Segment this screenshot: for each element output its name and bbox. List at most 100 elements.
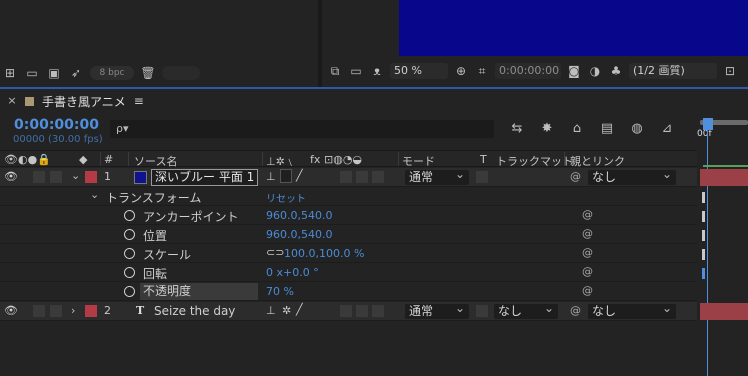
chevron-down-icon[interactable]: ⌄ bbox=[90, 188, 99, 201]
label-color-swatch[interactable] bbox=[85, 305, 97, 317]
transform-reset-link[interactable]: リセット bbox=[266, 190, 306, 205]
motion-blur-switch[interactable] bbox=[372, 171, 384, 183]
stopwatch-icon[interactable] bbox=[124, 267, 135, 278]
composition-canvas[interactable] bbox=[399, 0, 748, 56]
column-mode[interactable]: モード bbox=[402, 153, 435, 169]
graph-editor-icon[interactable]: ⊿ bbox=[658, 122, 676, 136]
shy-switch-icon[interactable]: ⊥ bbox=[266, 170, 276, 183]
expression-pickwhip-icon[interactable]: @ bbox=[582, 265, 593, 278]
property-value[interactable]: 960.0,540.0 bbox=[266, 228, 332, 241]
layer-row-2[interactable]: 👁 › 2 T Seize the day ⊥ ✲ ╱ 通常 なし @ なし bbox=[0, 301, 697, 321]
audio-toggle[interactable] bbox=[33, 305, 45, 317]
constrain-proportions-icon[interactable]: ⊂⊃ bbox=[266, 246, 284, 259]
stopwatch-icon[interactable] bbox=[124, 210, 135, 221]
property-row-anchor[interactable]: アンカーポイント 960.0,540.0 @ bbox=[0, 206, 697, 225]
parent-select[interactable]: なし bbox=[588, 301, 676, 319]
close-icon[interactable]: × bbox=[7, 94, 17, 108]
pick-whip-icon[interactable]: @ bbox=[570, 170, 581, 183]
frame-blending-icon[interactable]: ▤ bbox=[598, 122, 616, 136]
video-toggle-icon[interactable]: 👁 bbox=[4, 304, 18, 317]
parent-select[interactable]: なし bbox=[588, 167, 676, 185]
label-color-swatch[interactable] bbox=[85, 171, 97, 183]
fast-preview-icon[interactable]: ⊡ bbox=[722, 64, 738, 78]
layer-bar-2[interactable] bbox=[700, 303, 748, 320]
switches-icons[interactable]: ⊥✲﹨ bbox=[266, 153, 296, 169]
layer-search-input[interactable]: ρ▾ bbox=[110, 120, 494, 138]
stopwatch-icon[interactable] bbox=[124, 248, 135, 259]
current-time-indicator[interactable] bbox=[703, 118, 713, 130]
keyframe-marker[interactable] bbox=[702, 192, 705, 203]
snapshot-icon[interactable]: ◙ bbox=[566, 64, 582, 78]
region-of-interest-icon[interactable]: ⌗ bbox=[474, 64, 490, 78]
expression-pickwhip-icon[interactable]: @ bbox=[582, 246, 593, 259]
keyframe-marker-selected[interactable] bbox=[702, 268, 705, 279]
column-source-name[interactable]: ソース名 bbox=[134, 153, 177, 169]
stopwatch-icon[interactable] bbox=[124, 229, 135, 240]
video-toggle-icon[interactable]: 👁 bbox=[4, 170, 18, 183]
property-row-opacity[interactable]: 不透明度 70 % @ bbox=[0, 282, 697, 301]
lock-toggle[interactable] bbox=[50, 171, 62, 183]
keyframe-marker[interactable] bbox=[702, 211, 705, 222]
motion-blur-switch[interactable] bbox=[372, 305, 384, 317]
draft-3d-icon[interactable]: ✸ bbox=[538, 122, 556, 136]
expression-pickwhip-icon[interactable]: @ bbox=[582, 208, 593, 221]
property-row-scale[interactable]: スケール ⊂⊃ 100.0,100.0 % @ bbox=[0, 244, 697, 263]
chevron-right-icon[interactable]: › bbox=[71, 304, 75, 317]
property-value[interactable]: 70 % bbox=[266, 285, 294, 298]
property-value[interactable]: 960.0,540.0 bbox=[266, 209, 332, 222]
layer-name[interactable]: Seize the day bbox=[154, 304, 235, 318]
expression-pickwhip-icon[interactable]: @ bbox=[582, 227, 593, 240]
property-row-rotation[interactable]: 回転 0 x+0.0 ° @ bbox=[0, 263, 697, 282]
property-row-position[interactable]: 位置 960.0,540.0 @ bbox=[0, 225, 697, 244]
pick-whip-icon[interactable]: @ bbox=[570, 304, 581, 317]
stopwatch-icon[interactable] bbox=[124, 286, 135, 297]
audio-toggle[interactable] bbox=[33, 171, 45, 183]
always-preview-icon[interactable]: ⧉ bbox=[327, 64, 343, 78]
layer-bar-1[interactable] bbox=[700, 169, 748, 186]
property-value[interactable]: 100.0,100.0 % bbox=[284, 247, 364, 260]
mode-select[interactable]: 通常 bbox=[405, 301, 469, 319]
shy-switch-icon[interactable]: ⊥ bbox=[266, 304, 276, 317]
quality-switch-icon[interactable]: ╱ bbox=[296, 303, 303, 316]
fx-switch[interactable] bbox=[340, 171, 352, 183]
column-trackmatte[interactable]: トラックマット bbox=[496, 153, 573, 169]
column-num[interactable]: # bbox=[104, 153, 113, 166]
keyframe-marker[interactable] bbox=[702, 249, 705, 260]
label-column-icon[interactable]: ◆ bbox=[79, 153, 87, 166]
trash-icon[interactable]: 🗑 bbox=[140, 66, 156, 80]
motion-blur-icon[interactable]: ◍ bbox=[628, 122, 646, 136]
expression-pickwhip-icon[interactable]: @ bbox=[582, 284, 593, 297]
timeline-tab[interactable]: × 手書き風アニメ ≡ bbox=[0, 91, 144, 111]
mask-visibility-icon[interactable]: ᴥ bbox=[369, 64, 385, 78]
project-slider[interactable] bbox=[162, 66, 200, 80]
new-composition-icon[interactable]: ▣ bbox=[46, 66, 62, 80]
viewer-timecode[interactable]: 0:00:00:00 bbox=[495, 63, 561, 79]
trackmatte-select[interactable]: なし bbox=[494, 301, 558, 319]
zoom-select[interactable]: 50 % bbox=[390, 63, 448, 79]
shy-layers-icon[interactable]: ⌂ bbox=[568, 122, 586, 136]
bpc-button[interactable]: 8 bpc bbox=[90, 66, 134, 80]
layer-row-1[interactable]: 👁 ⌄ 1 深いブルー 平面 1 ⊥ ╱ 通常 @ なし bbox=[0, 167, 697, 187]
panel-menu-icon[interactable]: ≡ bbox=[134, 94, 144, 108]
comp-flowchart-icon[interactable]: ⇆ bbox=[508, 122, 526, 136]
current-time-display[interactable]: 0:00:00:00 bbox=[14, 117, 99, 133]
blend-switch[interactable] bbox=[356, 305, 368, 317]
lock-toggle[interactable] bbox=[50, 305, 62, 317]
preserve-transparency-toggle[interactable] bbox=[476, 305, 488, 317]
column-parent[interactable]: 親とリンク bbox=[570, 153, 625, 169]
switches-icons-2[interactable]: ⊡◍◔◒ bbox=[324, 153, 362, 166]
property-value[interactable]: 0 x+0.0 ° bbox=[266, 266, 319, 279]
flowchart-icon[interactable]: ➶ bbox=[68, 66, 84, 80]
preserve-transparency-toggle[interactable] bbox=[476, 171, 488, 183]
show-snapshot-icon[interactable]: ◑ bbox=[587, 64, 603, 78]
time-graph[interactable]: 00f bbox=[697, 112, 748, 376]
channel-icon[interactable]: ♣ bbox=[608, 64, 624, 78]
column-fx[interactable]: fx bbox=[310, 153, 320, 166]
keyframe-marker[interactable] bbox=[702, 230, 705, 241]
chevron-down-icon[interactable]: ⌄ bbox=[71, 169, 80, 182]
new-folder-icon[interactable]: ▭ bbox=[24, 66, 40, 80]
fx-switch[interactable] bbox=[340, 305, 352, 317]
quality-switch-icon[interactable]: ╱ bbox=[296, 169, 303, 182]
transform-group-row[interactable]: ⌄ トランスフォーム リセット bbox=[0, 187, 697, 206]
blend-switch[interactable] bbox=[356, 171, 368, 183]
